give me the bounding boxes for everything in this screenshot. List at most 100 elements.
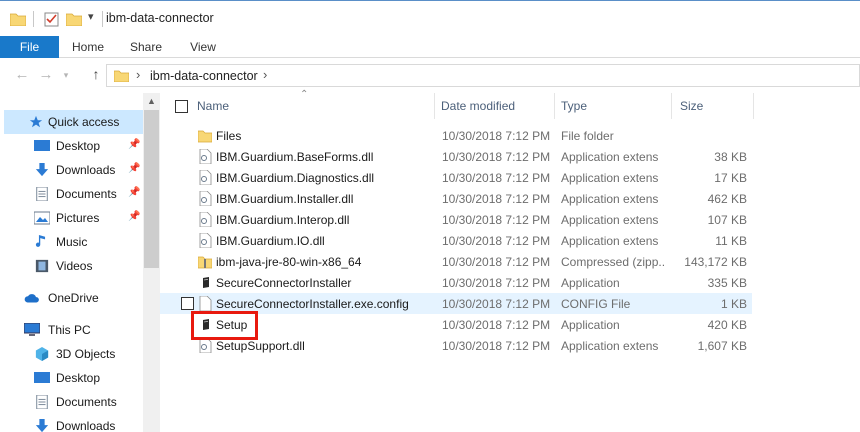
videos-icon: [35, 259, 49, 273]
file-date-modified: 10/30/2018 7:12 PM: [442, 150, 551, 164]
file-name: ibm-java-jre-80-win-x86_64: [216, 255, 362, 269]
folder-icon: [114, 70, 129, 82]
column-divider[interactable]: [671, 93, 672, 119]
tab-view[interactable]: View: [175, 36, 231, 58]
pin-icon[interactable]: 📌: [128, 163, 140, 174]
nav-scrollbar[interactable]: ▲: [143, 93, 160, 432]
file-type: Application extens: [561, 150, 659, 164]
file-type: Application extens: [561, 171, 659, 185]
tab-home[interactable]: Home: [59, 36, 117, 58]
nav-item-desktop[interactable]: Desktop: [0, 366, 143, 390]
column-name[interactable]: Name: [197, 99, 229, 113]
nav-item-this-pc[interactable]: This PC: [0, 318, 143, 342]
address-bar[interactable]: › ibm-data-connector ›: [106, 64, 860, 87]
column-divider[interactable]: [753, 93, 754, 119]
file-type: Application extens: [561, 213, 659, 227]
file-name: IBM.Guardium.Interop.dll: [216, 213, 350, 227]
nav-item-music[interactable]: Music: [0, 230, 143, 254]
file-size: 462 KB: [707, 192, 747, 206]
customize-toolbar-icon[interactable]: ▾: [88, 10, 94, 23]
properties-icon[interactable]: [44, 12, 59, 27]
file-row[interactable]: IBM.Guardium.Installer.dll 10/30/2018 7:1…: [160, 188, 752, 209]
pin-icon[interactable]: 📌: [128, 187, 140, 198]
download-icon: [35, 163, 49, 177]
scroll-thumb[interactable]: [144, 110, 159, 268]
file-size: 1,607 KB: [697, 339, 747, 353]
file-size: 335 KB: [707, 276, 747, 290]
file-name: SetupSupport.dll: [216, 339, 305, 353]
file-size: 143,172 KB: [684, 255, 747, 269]
documents-icon: [36, 395, 48, 409]
row-checkbox[interactable]: [181, 297, 194, 310]
nav-item-downloads[interactable]: Downloads 📌: [0, 158, 143, 182]
file-type: Compressed (zipp...: [561, 255, 665, 269]
file-size: 420 KB: [707, 318, 747, 332]
file-row[interactable]: Files 10/30/2018 7:12 PM File folder: [160, 125, 752, 146]
nav-item-documents[interactable]: Documents: [0, 390, 143, 414]
title-bar: ▾ ibm-data-connector: [0, 0, 860, 36]
back-icon[interactable]: ←: [12, 66, 32, 83]
nav-item-3d-objects[interactable]: 3D Objects: [0, 342, 143, 366]
column-date-modified[interactable]: Date modified: [441, 99, 515, 113]
file-row[interactable]: IBM.Guardium.Interop.dll 10/30/2018 7:12 …: [160, 209, 752, 230]
file-type: Application extens: [561, 192, 659, 206]
file-type: Application: [561, 318, 620, 332]
file-size: 1 KB: [720, 297, 747, 311]
window-title: ibm-data-connector: [106, 11, 214, 25]
select-all-checkbox[interactable]: [175, 100, 188, 113]
nav-item-documents[interactable]: Documents 📌: [0, 182, 143, 206]
pin-icon[interactable]: 📌: [128, 139, 140, 150]
pin-icon[interactable]: 📌: [128, 211, 140, 222]
file-size: 38 KB: [714, 150, 747, 164]
file-type: Application: [561, 276, 620, 290]
nav-item-quick-access[interactable]: Quick access: [4, 110, 143, 134]
column-header-row: ⌃ Name Date modified Type Size: [160, 89, 860, 119]
file-date-modified: 10/30/2018 7:12 PM: [442, 339, 551, 353]
tab-share[interactable]: Share: [117, 36, 175, 58]
nav-item-desktop[interactable]: Desktop 📌: [0, 134, 143, 158]
breadcrumb-chevron-icon[interactable]: ›: [136, 67, 140, 82]
file-size: 11 KB: [715, 234, 747, 248]
file-row[interactable]: SecureConnectorInstaller 10/30/2018 7:12 …: [160, 272, 752, 293]
file-row[interactable]: IBM.Guardium.Diagnostics.dll 10/30/2018 7…: [160, 167, 752, 188]
nav-item-pictures[interactable]: Pictures 📌: [0, 206, 143, 230]
desktop-icon: [34, 372, 50, 383]
file-size: 17 KB: [714, 171, 747, 185]
file-date-modified: 10/30/2018 7:12 PM: [442, 129, 551, 143]
tab-file[interactable]: File: [0, 36, 59, 58]
nav-item-downloads[interactable]: Downloads: [0, 414, 143, 432]
scroll-up-icon[interactable]: ▲: [147, 96, 156, 106]
documents-icon: [36, 187, 48, 201]
cube-icon: [35, 347, 49, 361]
breadcrumb-chevron-icon[interactable]: ›: [263, 67, 267, 82]
file-row[interactable]: ibm-java-jre-80-win-x86_64 10/30/2018 7:1…: [160, 251, 752, 272]
file-name: SecureConnectorInstaller: [216, 276, 352, 290]
column-type[interactable]: Type: [561, 99, 587, 113]
sort-ascending-icon: ⌃: [300, 89, 309, 100]
recent-locations-icon[interactable]: ▾: [56, 70, 76, 81]
forward-icon[interactable]: →: [36, 66, 56, 83]
file-name: IBM.Guardium.BaseForms.dll: [216, 150, 374, 164]
breadcrumb[interactable]: ibm-data-connector: [150, 69, 258, 83]
file-size: 107 KB: [707, 213, 747, 227]
file-date-modified: 10/30/2018 7:12 PM: [442, 171, 551, 185]
file-type: File folder: [561, 129, 614, 143]
title-separator: [33, 11, 34, 27]
file-row[interactable]: IBM.Guardium.IO.dll 10/30/2018 7:12 PM App…: [160, 230, 752, 251]
title-separator: [102, 11, 103, 27]
nav-item-onedrive[interactable]: OneDrive: [0, 286, 143, 310]
file-name: IBM.Guardium.Installer.dll: [216, 192, 354, 206]
file-type: Application extens: [561, 339, 659, 353]
column-size[interactable]: Size: [680, 99, 703, 113]
up-icon[interactable]: ↑: [86, 66, 106, 82]
computer-icon: [24, 323, 40, 336]
column-divider[interactable]: [434, 93, 435, 119]
new-folder-icon[interactable]: [66, 12, 82, 26]
file-row[interactable]: IBM.Guardium.BaseForms.dll 10/30/2018 7:1…: [160, 146, 752, 167]
desktop-icon: [34, 140, 50, 151]
column-divider[interactable]: [554, 93, 555, 119]
file-date-modified: 10/30/2018 7:12 PM: [442, 255, 551, 269]
file-date-modified: 10/30/2018 7:12 PM: [442, 297, 551, 311]
pictures-icon: [34, 211, 50, 225]
nav-item-videos[interactable]: Videos: [0, 254, 143, 278]
